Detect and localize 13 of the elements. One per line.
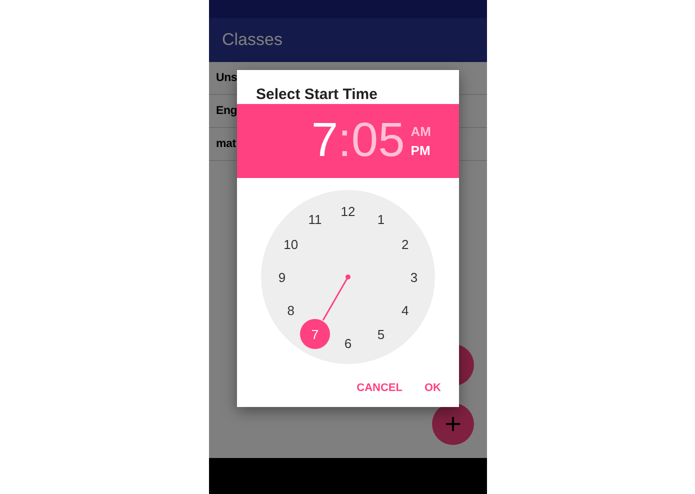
- dialog-title: Select Start Time: [255, 85, 378, 104]
- list-item[interactable]: mat: [216, 138, 236, 150]
- plus-icon: [446, 417, 460, 431]
- hour-number[interactable]: 3: [400, 263, 428, 291]
- hour-number[interactable]: 6: [334, 329, 362, 357]
- add-button[interactable]: [432, 403, 474, 445]
- list-item[interactable]: Eng: [216, 105, 238, 117]
- list-item[interactable]: Uns: [216, 72, 238, 84]
- clock-hand[interactable]: [322, 274, 350, 321]
- hour-number[interactable]: 9: [268, 263, 296, 291]
- time-separator: :: [338, 117, 352, 165]
- hour-number[interactable]: 12: [334, 197, 362, 225]
- app-title: Classes: [222, 30, 282, 50]
